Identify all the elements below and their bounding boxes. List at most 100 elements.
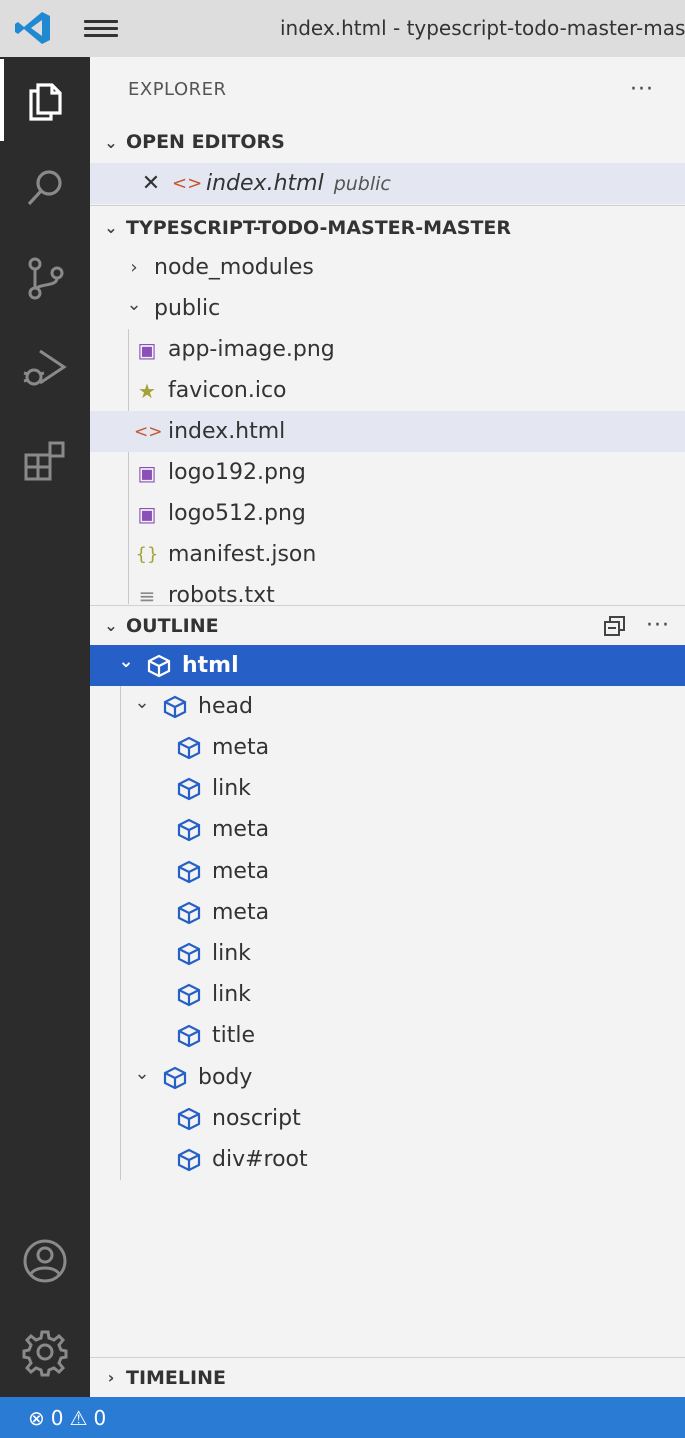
folder-node-modules[interactable]: › node_modules: [90, 247, 685, 288]
outline-label: meta: [212, 735, 270, 760]
chevron-right-icon: ›: [130, 257, 138, 278]
outline-header[interactable]: ⌄ OUTLINE: [90, 605, 685, 645]
status-bar: ⊗ 0 ⚠ 0: [0, 1397, 685, 1438]
project-header[interactable]: ⌄ TYPESCRIPT-TODO-MASTER-MASTER: [90, 205, 685, 249]
gear-icon[interactable]: [0, 1311, 90, 1393]
vscode-logo-icon: [15, 12, 50, 44]
outline-node-meta[interactable]: meta: [90, 892, 685, 933]
outline-label: link: [212, 941, 251, 966]
chevron-down-icon: ⌄: [104, 132, 118, 152]
file-label: favicon.ico: [168, 378, 287, 403]
symbol-class-icon: [177, 1148, 201, 1171]
file-label: logo192.png: [168, 460, 306, 485]
outline-label: html: [182, 653, 239, 678]
extensions-icon[interactable]: [0, 419, 90, 501]
collapse-all-icon[interactable]: [602, 614, 628, 638]
file-label: logo512.png: [168, 501, 306, 526]
window-title: index.html - typescript-todo-master-mast…: [280, 16, 685, 40]
outline-label: link: [212, 982, 251, 1007]
symbol-class-icon: [177, 901, 201, 924]
explorer-title: EXPLORER: [128, 79, 227, 100]
outline-label: title: [212, 1023, 256, 1048]
symbol-class-icon: [177, 818, 201, 841]
chevron-right-icon: ›: [107, 1368, 115, 1387]
outline-node-link[interactable]: link: [90, 768, 685, 809]
symbol-class-icon: [177, 736, 201, 759]
symbol-class-icon: [177, 777, 201, 800]
run-debug-icon[interactable]: [0, 327, 90, 409]
project-title: TYPESCRIPT-TODO-MASTER-MASTER: [126, 216, 512, 239]
error-icon[interactable]: ⊗: [28, 1406, 45, 1430]
warning-icon[interactable]: ⚠: [70, 1406, 88, 1430]
timeline-title: TIMELINE: [126, 1366, 226, 1389]
source-control-icon[interactable]: [0, 237, 90, 319]
outline-label: meta: [212, 817, 270, 842]
folder-label: public: [154, 296, 221, 321]
open-editor-desc: public: [333, 172, 391, 195]
file-app-image[interactable]: ▣ app-image.png: [90, 329, 685, 370]
file-manifest[interactable]: {} manifest.json: [90, 534, 685, 575]
outline-node-div-root[interactable]: div#root: [90, 1139, 685, 1180]
symbol-class-icon: [177, 942, 201, 965]
outline-node-title[interactable]: title: [90, 1015, 685, 1056]
file-label: robots.txt: [168, 583, 275, 605]
title-bar: index.html - typescript-todo-master-mast…: [0, 0, 685, 57]
explorer-more-icon[interactable]: ···: [630, 77, 654, 102]
chevron-down-icon: ⌄: [134, 692, 150, 713]
file-logo192[interactable]: ▣ logo192.png: [90, 452, 685, 493]
chevron-down-icon: ⌄: [104, 218, 118, 237]
outline-node-head[interactable]: ⌄ head: [90, 686, 685, 727]
json-icon: {}: [135, 544, 159, 565]
error-count[interactable]: 0: [51, 1406, 64, 1430]
outline-label: noscript: [212, 1106, 301, 1131]
timeline-header[interactable]: › TIMELINE: [90, 1357, 685, 1397]
outline-node-link[interactable]: link: [90, 933, 685, 974]
symbol-class-icon: [163, 1066, 187, 1089]
html-icon: <>: [134, 421, 163, 442]
outline-label: meta: [212, 859, 270, 884]
outline-node-meta[interactable]: meta: [90, 851, 685, 892]
outline-node-meta[interactable]: meta: [90, 727, 685, 768]
search-icon[interactable]: [0, 147, 90, 229]
open-editor-item[interactable]: ✕ <> index.html public: [90, 163, 685, 204]
symbol-class-icon: [177, 1107, 201, 1130]
folder-public[interactable]: ⌄ public: [90, 288, 685, 329]
outline-node-noscript[interactable]: noscript: [90, 1098, 685, 1139]
outline-node-link[interactable]: link: [90, 974, 685, 1015]
file-robots[interactable]: ≡ robots.txt: [90, 575, 685, 605]
symbol-class-icon: [177, 1024, 201, 1047]
explorer-icon[interactable]: [0, 59, 90, 141]
file-favicon[interactable]: ★ favicon.ico: [90, 370, 685, 411]
outline-label: link: [212, 776, 251, 801]
star-icon: ★: [138, 378, 156, 403]
chevron-down-icon: ⌄: [118, 651, 134, 672]
close-icon[interactable]: ✕: [138, 171, 164, 196]
outline-node-body[interactable]: ⌄ body: [90, 1057, 685, 1098]
outline-node-meta[interactable]: meta: [90, 809, 685, 850]
open-editors-title: OPEN EDITORS: [126, 131, 285, 153]
file-logo512[interactable]: ▣ logo512.png: [90, 493, 685, 534]
outline-label: body: [198, 1065, 253, 1090]
image-icon: ▣: [137, 337, 157, 362]
file-label: manifest.json: [168, 542, 317, 567]
image-icon: ▣: [137, 501, 157, 526]
file-index-html[interactable]: <> index.html: [90, 411, 685, 452]
text-icon: ≡: [138, 583, 156, 606]
chevron-down-icon: ⌄: [126, 294, 142, 315]
outline-label: head: [198, 694, 253, 719]
chevron-down-icon: ⌄: [104, 616, 118, 635]
open-editor-name: index.html: [206, 171, 324, 196]
folder-label: node_modules: [154, 255, 314, 280]
account-icon[interactable]: [0, 1220, 90, 1302]
outline-more-icon[interactable]: ···: [646, 613, 670, 638]
sidebar: EXPLORER ··· ⌄ OPEN EDITORS ✕ <> index.h…: [90, 57, 685, 1397]
html-icon: <>: [172, 173, 203, 194]
outline-node-html[interactable]: ⌄ html: [90, 645, 685, 686]
file-label: app-image.png: [168, 337, 335, 362]
symbol-class-icon: [177, 983, 201, 1006]
open-editors-header[interactable]: ⌄ OPEN EDITORS: [90, 122, 685, 162]
warning-count[interactable]: 0: [93, 1406, 106, 1430]
outline-title: OUTLINE: [126, 614, 219, 637]
menu-icon[interactable]: [84, 16, 118, 42]
image-icon: ▣: [137, 460, 157, 485]
